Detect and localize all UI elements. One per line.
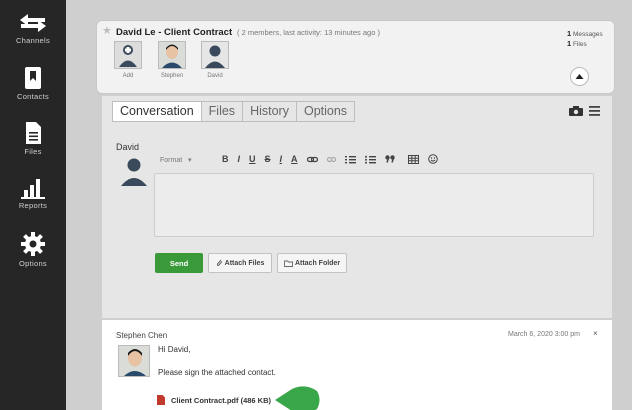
numbered-list-icon[interactable]	[344, 155, 356, 164]
quote-icon[interactable]	[384, 155, 395, 163]
avatar	[159, 42, 185, 68]
sidebar-item-files[interactable]: Files	[0, 121, 66, 156]
strikethrough-button[interactable]: S	[265, 154, 271, 164]
sidebar-item-label: Contacts	[17, 92, 49, 101]
format-dropdown[interactable]: Format ▾	[160, 156, 192, 164]
channel-stats: 1 Messages 1 Files	[567, 29, 603, 49]
contacts-book-icon	[25, 67, 41, 89]
send-button[interactable]: Send	[155, 253, 203, 273]
sidebar-item-reports[interactable]: Reports	[0, 177, 66, 210]
tab-bar: Conversation Files History Options	[112, 101, 356, 122]
star-icon[interactable]: ★	[102, 24, 112, 37]
bar-chart-icon	[21, 179, 45, 199]
attach-files-button[interactable]: Attach Files	[208, 253, 272, 273]
tab-files[interactable]: Files	[200, 101, 244, 122]
text-color-button[interactable]: A	[291, 154, 298, 164]
menu-icon[interactable]	[589, 106, 600, 116]
member-name: Add	[122, 73, 134, 79]
format-label: Format	[160, 157, 183, 164]
files-count: 1	[567, 39, 572, 48]
panel-toolbar	[569, 106, 600, 116]
gear-icon	[21, 232, 45, 256]
member-name: David	[207, 73, 223, 79]
stephen-avatar-image	[119, 346, 149, 376]
file-icon	[26, 122, 41, 144]
channels-arrows-icon	[20, 14, 46, 32]
add-member-button[interactable]: Add	[113, 41, 143, 79]
attachment-name: Client Contract.pdf (486 KB)	[171, 395, 272, 405]
message-greeting: Hi David,	[158, 345, 191, 354]
link-icon[interactable]	[306, 156, 318, 163]
delete-message-button[interactable]: ×	[593, 329, 598, 338]
underline-button[interactable]: U	[249, 154, 256, 164]
camera-icon[interactable]	[569, 106, 583, 116]
message-date: March 6, 2020 3:00 pm	[508, 331, 580, 338]
channel-header: ★ David Le - Client Contract ( 2 members…	[96, 20, 615, 94]
messages-count: 1	[567, 29, 572, 38]
collapse-button[interactable]	[570, 67, 589, 86]
folder-icon	[283, 260, 293, 267]
chevron-up-icon	[575, 74, 584, 79]
pdf-file-icon	[157, 395, 165, 405]
avatar	[118, 345, 150, 377]
clear-format-button[interactable]: I	[280, 154, 283, 164]
avatar	[205, 45, 225, 68]
attach-files-label: Attach Files	[224, 259, 265, 267]
sidebar-item-contacts[interactable]: Contacts	[0, 66, 66, 101]
sidebar-item-label: Options	[19, 259, 47, 268]
sidebar-item-label: Reports	[18, 201, 48, 210]
sidebar-item-channels[interactable]: Channels	[0, 12, 66, 45]
files-label: Files	[572, 41, 587, 48]
member-stephen[interactable]: Stephen	[157, 41, 187, 79]
channel-meta: ( 2 members, last activity: 13 minutes a…	[237, 28, 380, 37]
sidebar-item-label: Channels	[15, 36, 51, 45]
add-user-icon	[119, 45, 137, 67]
sidebar-item-label: Files	[24, 147, 42, 156]
table-icon[interactable]	[407, 154, 419, 164]
compose-author: David	[116, 142, 140, 152]
channel-title: David Le - Client Contract	[116, 27, 233, 38]
emoji-icon[interactable]	[427, 154, 438, 164]
attach-folder-label: Attach Folder	[294, 259, 341, 267]
bold-button[interactable]: B	[222, 154, 229, 164]
member-name: Stephen	[160, 73, 184, 79]
paperclip-icon	[216, 259, 223, 267]
author-avatar	[121, 158, 147, 186]
compose-panel: Conversation Files History Options David…	[102, 96, 612, 318]
message-editor[interactable]	[154, 173, 594, 237]
message-item: Stephen Chen March 6, 2020 3:00 pm × Hi …	[102, 320, 612, 410]
sidebar-item-options[interactable]: Options	[0, 231, 66, 268]
tab-conversation[interactable]: Conversation	[112, 101, 202, 122]
attachment-link[interactable]: Client Contract.pdf (486 KB)	[157, 385, 321, 410]
italic-button[interactable]: I	[238, 154, 241, 164]
tab-options[interactable]: Options	[295, 101, 356, 122]
messages-label: Messages	[572, 31, 603, 38]
message-body: Please sign the attached contact.	[158, 368, 276, 377]
pointer-arrow-icon	[275, 386, 320, 410]
member-david[interactable]: David	[200, 41, 230, 79]
bullet-list-icon[interactable]	[364, 155, 376, 164]
format-toolbar: B I U S I A	[222, 154, 438, 164]
tab-history[interactable]: History	[242, 101, 297, 122]
attach-folder-button[interactable]: Attach Folder	[277, 253, 347, 273]
sidebar: Channels Contacts Files Reports Options	[0, 0, 66, 410]
message-author: Stephen Chen	[116, 331, 168, 340]
unlink-icon[interactable]	[326, 156, 336, 163]
